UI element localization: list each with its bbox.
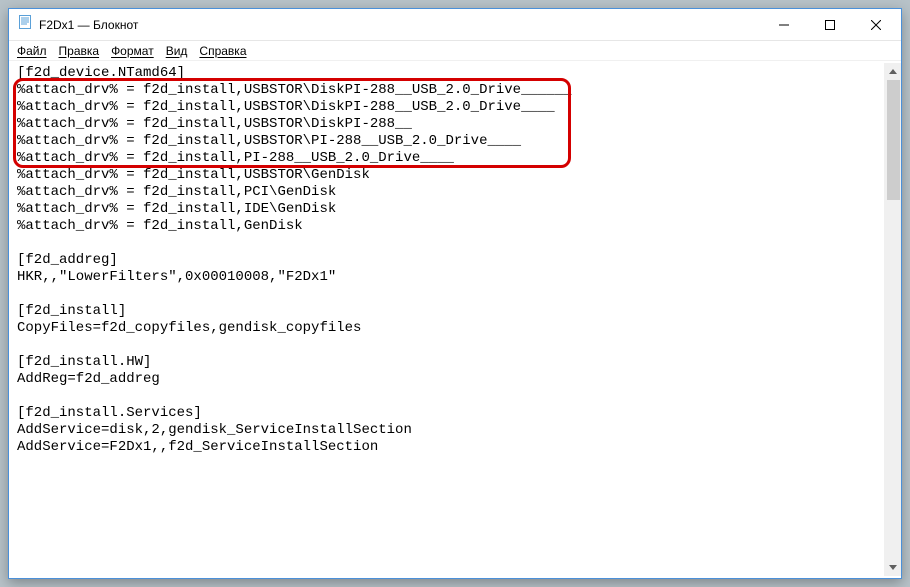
- vertical-scrollbar[interactable]: [884, 63, 901, 576]
- titlebar[interactable]: F2Dx1 — Блокнот: [9, 9, 901, 41]
- text-editor[interactable]: [f2d_device.NTamd64] %attach_drv% = f2d_…: [13, 63, 884, 576]
- menubar: Файл Правка Формат Вид Справка: [9, 41, 901, 61]
- menu-edit[interactable]: Правка: [59, 44, 100, 58]
- notepad-icon: [17, 14, 33, 35]
- close-button[interactable]: [853, 10, 899, 40]
- scroll-track[interactable]: [885, 80, 902, 559]
- scroll-down-button[interactable]: [885, 559, 902, 576]
- window-title: F2Dx1 — Блокнот: [39, 18, 761, 32]
- scroll-up-button[interactable]: [885, 63, 902, 80]
- notepad-window: F2Dx1 — Блокнот Файл Правка Формат Вид С…: [8, 8, 902, 579]
- menu-view[interactable]: Вид: [166, 44, 188, 58]
- maximize-button[interactable]: [807, 10, 853, 40]
- minimize-button[interactable]: [761, 10, 807, 40]
- menu-format[interactable]: Формат: [111, 44, 154, 58]
- menu-help[interactable]: Справка: [199, 44, 246, 58]
- scroll-thumb[interactable]: [887, 80, 900, 200]
- content-area: [f2d_device.NTamd64] %attach_drv% = f2d_…: [9, 61, 901, 578]
- menu-file[interactable]: Файл: [17, 44, 47, 58]
